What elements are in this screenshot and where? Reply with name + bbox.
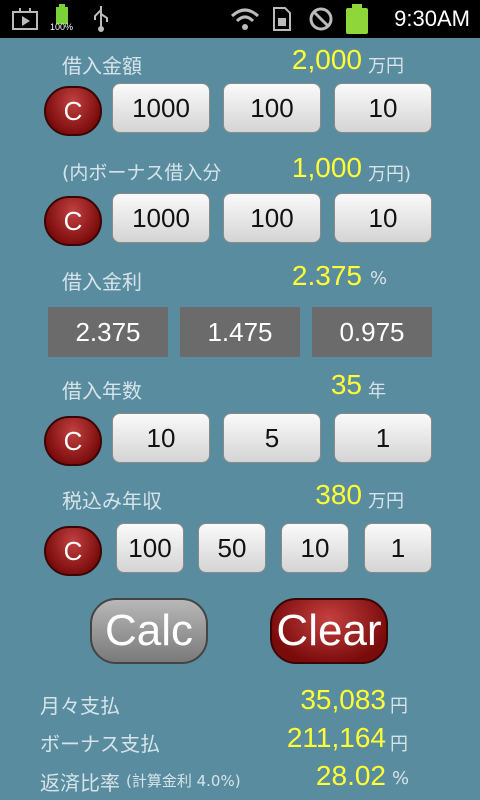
play-store-icon (12, 8, 38, 30)
no-signal-icon (309, 7, 333, 31)
battery-small-icon (56, 4, 68, 24)
battery-percent-text: 100% (50, 22, 74, 32)
interest-label: 借入金利 (62, 270, 142, 294)
clear-button[interactable]: Clear (270, 598, 388, 664)
years-unit: 年 (368, 381, 386, 402)
income-add-10-button[interactable]: 10 (281, 523, 349, 573)
battery-icon (346, 4, 368, 34)
repayment-ratio-unit: % (392, 768, 410, 789)
loan-add-100-button[interactable]: 100 (223, 83, 321, 133)
income-add-100-button[interactable]: 100 (116, 523, 184, 573)
loan-amount-label: 借入金額 (62, 54, 142, 78)
years-add-1-button[interactable]: 1 (334, 413, 432, 463)
years-add-5-button[interactable]: 5 (223, 413, 321, 463)
bonus-loan-label: (内ボーナス借入分 (62, 162, 222, 184)
repayment-ratio-sublabel: (計算金利 4.0%) (126, 772, 241, 790)
status-bar: 100% 9:30AM (0, 0, 480, 38)
bonus-payment-label: ボーナス支払 (40, 732, 160, 756)
interest-unit: % (370, 268, 388, 289)
bonus-loan-unit: 万円) (368, 164, 412, 185)
bonus-add-100-button[interactable]: 100 (223, 193, 321, 243)
loan-add-10-button[interactable]: 10 (334, 83, 432, 133)
bonus-add-1000-button[interactable]: 1000 (112, 193, 210, 243)
repayment-ratio-label: 返済比率 (40, 771, 120, 795)
income-unit: 万円 (368, 491, 404, 512)
repayment-ratio-value: 28.02 (315, 760, 386, 791)
income-add-1-button[interactable]: 1 (364, 523, 432, 573)
bonus-clear-button[interactable]: C (44, 196, 102, 246)
income-value: 380 (315, 479, 362, 510)
bonus-payment-value: 211,164 (286, 722, 386, 753)
years-value: 35 (330, 369, 362, 400)
rate-preset-3-button[interactable]: 0.975 (312, 307, 432, 357)
monthly-payment-value: 35,083 (300, 684, 386, 715)
usb-icon (94, 6, 108, 32)
loan-amount-value: 2,000 (291, 44, 362, 75)
rate-preset-1-button[interactable]: 2.375 (48, 307, 168, 357)
loan-amount-unit: 万円 (368, 56, 404, 77)
income-add-50-button[interactable]: 50 (198, 523, 266, 573)
bonus-payment-unit: 円 (390, 734, 408, 755)
years-label: 借入年数 (62, 379, 142, 403)
bonus-add-10-button[interactable]: 10 (334, 193, 432, 243)
calc-button[interactable]: Calc (90, 598, 208, 664)
loan-clear-button[interactable]: C (44, 86, 102, 136)
clock-time: 9:30AM (394, 6, 470, 31)
sim-card-icon (273, 7, 291, 31)
wifi-icon (230, 8, 260, 30)
loan-add-1000-button[interactable]: 1000 (112, 83, 210, 133)
income-clear-button[interactable]: C (44, 526, 102, 576)
interest-value: 2.375 (291, 260, 362, 291)
monthly-payment-label: 月々支払 (40, 694, 120, 718)
years-clear-button[interactable]: C (44, 416, 102, 466)
rate-preset-2-button[interactable]: 1.475 (180, 307, 300, 357)
bonus-loan-value: 1,000 (291, 152, 362, 183)
monthly-payment-unit: 円 (390, 696, 408, 717)
income-label: 税込み年収 (62, 489, 162, 513)
years-add-10-button[interactable]: 10 (112, 413, 210, 463)
